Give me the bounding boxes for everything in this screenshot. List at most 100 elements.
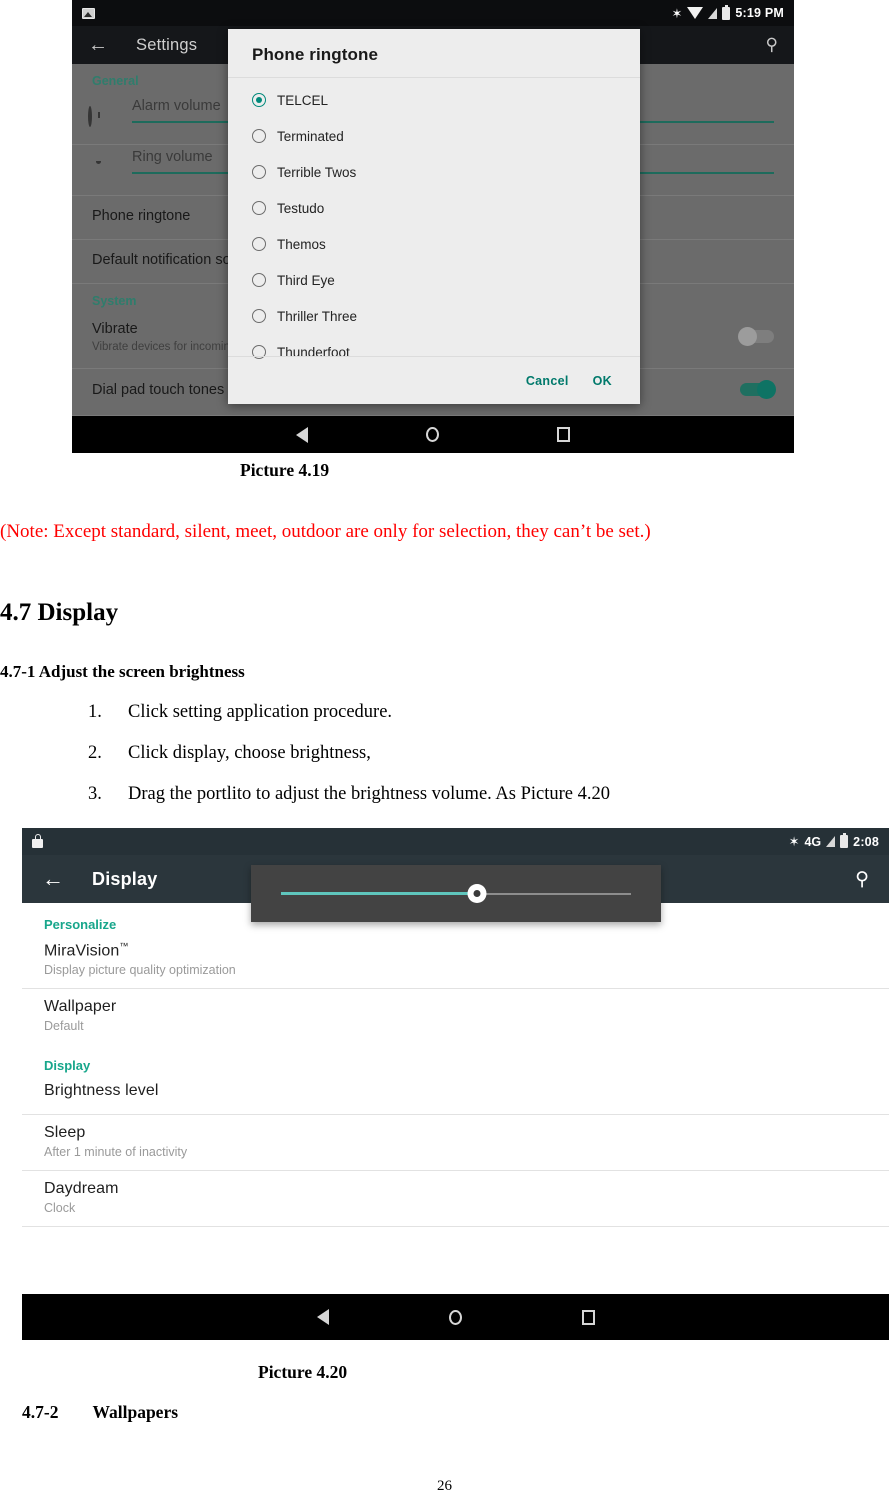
recents-nav-icon[interactable]: [581, 1309, 595, 1325]
brightness-slider[interactable]: [281, 884, 631, 904]
figure-picture-4-19: ✶ 5:19 PM ← Settings ⚲ General Alarm vol…: [72, 0, 794, 453]
signal-icon: [826, 836, 836, 847]
vibrate-toggle[interactable]: [738, 327, 774, 346]
ok-button[interactable]: OK: [593, 374, 612, 388]
ringtone-option-label: Thriller Three: [277, 308, 358, 324]
ringtone-option-thriller-three[interactable]: Thriller Three: [228, 298, 640, 334]
picture-icon: [82, 7, 95, 19]
list-item-wallpaper[interactable]: Wallpaper Default: [22, 989, 889, 1044]
list-item-daydream[interactable]: Daydream Clock: [22, 1171, 889, 1226]
page-number: 26: [437, 1478, 452, 1494]
heading-text: Wallpapers: [92, 1402, 179, 1422]
status-bar-right: ✶ 5:19 PM: [671, 4, 784, 21]
radio-selected-icon: [252, 93, 266, 107]
list-item-subtitle: Display picture quality optimization: [44, 963, 236, 978]
list-item-sleep[interactable]: Sleep After 1 minute of inactivity: [22, 1115, 889, 1170]
status-bar-right: ✶ 4G 2:08: [788, 833, 879, 849]
radio-icon: [252, 129, 266, 143]
section-header-general: General: [92, 74, 139, 88]
figure-picture-4-20: ✶ 4G 2:08 ← Display ⚲ Personalize MiraVi…: [22, 828, 889, 1340]
ringtone-option-label: Terrible Twos: [277, 164, 357, 180]
wifi-icon: [687, 7, 704, 19]
list-item-subtitle: After 1 minute of inactivity: [44, 1145, 188, 1160]
network-type-label: 4G: [804, 834, 822, 849]
ringtone-option-third-eye[interactable]: Third Eye: [228, 262, 640, 298]
divider: [22, 1226, 889, 1228]
navigation-bar: [72, 416, 794, 453]
settings-row-label: Dial pad touch tones: [92, 382, 225, 398]
ringtone-option-terminated[interactable]: Terminated: [228, 118, 640, 154]
steps-list: 1. Click setting application procedure. …: [88, 702, 828, 825]
arrow-back-icon[interactable]: ←: [42, 868, 64, 890]
search-icon[interactable]: ⚲: [855, 868, 869, 891]
ringtone-option-terrible-twos[interactable]: Terrible Twos: [228, 154, 640, 190]
app-bar-title: Display: [92, 868, 158, 889]
navigation-bar: [22, 1294, 889, 1340]
battery-icon: [840, 833, 849, 848]
ringtone-option-list: TELCEL Terminated Terrible Twos Testudo …: [228, 78, 640, 360]
radio-icon: [252, 237, 266, 251]
ringtone-option-label: Third Eye: [277, 272, 335, 288]
home-nav-icon[interactable]: [448, 1309, 462, 1325]
arrow-back-icon[interactable]: ←: [88, 35, 112, 55]
status-bar-left: [32, 833, 43, 848]
step-text: Click setting application procedure.: [128, 702, 393, 722]
status-bar-clock: 5:19 PM: [735, 6, 784, 20]
group-header-display: Display: [44, 1058, 91, 1074]
display-settings-list: Personalize MiraVision™ Display picture …: [22, 903, 889, 1280]
ringtone-option-label: Themos: [277, 236, 326, 252]
list-item-miravision[interactable]: MiraVision™ Display picture quality opti…: [22, 932, 889, 988]
group-header-personalize: Personalize: [44, 917, 117, 932]
back-nav-icon[interactable]: [296, 426, 308, 443]
phone-ringtone-dialog[interactable]: Phone ringtone TELCEL Terminated Terribl…: [228, 29, 640, 404]
ringtone-option-label: Terminated: [277, 128, 344, 144]
radio-icon: [252, 309, 266, 323]
dial-pad-touch-tones-toggle[interactable]: [740, 380, 776, 399]
search-icon[interactable]: ⚲: [766, 35, 778, 55]
list-item-brightness-level[interactable]: Brightness level: [22, 1073, 889, 1114]
home-nav-icon[interactable]: [426, 427, 439, 442]
list-item-subtitle: Default: [44, 1019, 84, 1034]
signal-icon: [708, 7, 718, 19]
list-item-title: Brightness level: [44, 1082, 159, 1100]
settings-row-sublabel: Vibrate devices for incomin: [92, 341, 230, 353]
caption-picture-4-19: Picture 4.19: [240, 460, 330, 480]
step-item: 1. Click setting application procedure.: [88, 702, 828, 723]
ringtone-option-telcel[interactable]: TELCEL: [228, 82, 640, 118]
ringtone-option-testudo[interactable]: Testudo: [228, 190, 640, 226]
settings-row-label: Default notification sou: [92, 252, 239, 268]
heading-4-7-display: 4.7 Display: [0, 599, 119, 626]
bluetooth-icon: ✶: [671, 5, 683, 21]
back-nav-icon[interactable]: [316, 1309, 329, 1325]
step-number: 1.: [88, 702, 102, 722]
radio-icon: [252, 201, 266, 215]
note-text: (Note: Except standard, silent, meet, ou…: [0, 521, 651, 542]
slider-fill: [281, 892, 477, 895]
status-bar: ✶ 5:19 PM: [72, 0, 794, 26]
cancel-button[interactable]: Cancel: [526, 374, 569, 388]
battery-icon: [722, 4, 731, 20]
heading-number: 4.7-2: [22, 1402, 59, 1422]
status-bar: ✶ 4G 2:08: [22, 828, 889, 855]
list-item-title: MiraVision™: [44, 941, 129, 960]
brightness-sun-icon[interactable]: [467, 884, 487, 903]
heading-4-7-1-brightness: 4.7-1 Adjust the screen brightness: [0, 662, 245, 681]
status-bar-clock: 2:08: [853, 834, 879, 849]
step-number: 3.: [88, 784, 102, 804]
dialog-title: Phone ringtone: [228, 29, 640, 78]
settings-row-label: Vibrate: [92, 321, 138, 337]
dialog-actions: Cancel OK: [228, 356, 640, 404]
step-item: 2. Click display, choose brightness,: [88, 743, 828, 764]
ringtone-option-themos[interactable]: Themos: [228, 226, 640, 262]
bluetooth-icon: ✶: [788, 834, 800, 849]
step-text: Drag the portlito to adjust the brightne…: [128, 784, 610, 804]
ringtone-option-label: Testudo: [277, 200, 325, 216]
lock-icon: [32, 833, 43, 848]
document-page: ✶ 5:19 PM ← Settings ⚲ General Alarm vol…: [0, 0, 889, 1495]
step-number: 2.: [88, 743, 102, 763]
step-item: 3. Drag the portlito to adjust the brigh…: [88, 784, 828, 805]
recents-nav-icon[interactable]: [557, 427, 570, 442]
app-bar-title: Settings: [136, 35, 198, 54]
settings-row-label: Phone ringtone: [92, 208, 191, 224]
alarm-clock-icon: [88, 106, 92, 127]
